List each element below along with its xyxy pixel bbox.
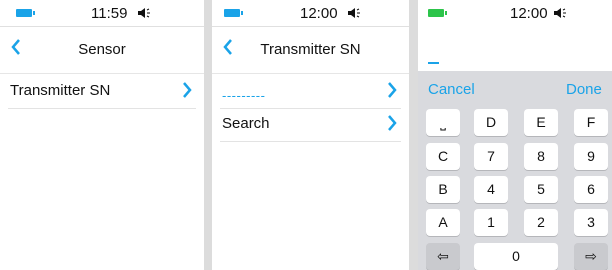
hex-keypad: Cancel Done ⎵ D E F C 7 8 9 B 4 5 6 A 1 … [418, 71, 612, 270]
status-bar: 11:59 [0, 0, 204, 27]
serial-entry-field[interactable] [418, 27, 612, 71]
status-bar: 12:00 [212, 0, 409, 27]
transmitter-sn-screen: 12:00 Transmitter SN --------- Search [212, 0, 409, 270]
key-1[interactable]: 1 [474, 209, 508, 236]
panel-divider [409, 0, 418, 270]
keypad-screen: 12:00 Cancel Done ⎵ D E F C 7 8 9 B 4 5 … [418, 0, 612, 270]
panel-divider [204, 0, 212, 270]
key-c[interactable]: C [426, 143, 460, 170]
key-2[interactable]: 2 [524, 209, 558, 236]
nav-bar: Transmitter SN [212, 27, 409, 74]
key-e[interactable]: E [524, 109, 558, 136]
key-b[interactable]: B [426, 176, 460, 203]
status-time: 11:59 [91, 5, 128, 22]
list-item-label: Search [222, 115, 270, 132]
status-time: 12:00 [510, 5, 548, 22]
list-item-search[interactable]: Search [220, 107, 401, 142]
sound-icon [138, 8, 150, 18]
key-6[interactable]: 6 [574, 176, 608, 203]
key-3[interactable]: 3 [574, 209, 608, 236]
page-title: Transmitter SN [260, 41, 361, 58]
chevron-right-icon [388, 115, 397, 131]
status-time: 12:00 [300, 5, 338, 22]
nav-bar: Sensor [0, 27, 204, 74]
cancel-button[interactable]: Cancel [428, 81, 475, 98]
key-f[interactable]: F [574, 109, 608, 136]
key-space[interactable]: ⎵ [426, 109, 460, 136]
status-bar: 12:00 [418, 0, 612, 26]
battery-icon [224, 9, 243, 17]
key-a[interactable]: A [426, 209, 460, 236]
done-button[interactable]: Done [566, 81, 602, 98]
sound-icon [554, 8, 566, 18]
key-d[interactable]: D [474, 109, 508, 136]
sound-icon [348, 8, 360, 18]
key-8[interactable]: 8 [524, 143, 558, 170]
right-arrow-key-icon[interactable]: ⇨ [574, 243, 608, 270]
list-item-transmitter-sn[interactable]: Transmitter SN [8, 74, 196, 109]
sensor-screen: 11:59 Sensor Transmitter SN [0, 0, 204, 270]
key-5[interactable]: 5 [524, 176, 558, 203]
key-7[interactable]: 7 [474, 143, 508, 170]
battery-icon [428, 9, 447, 17]
list-item-label: Transmitter SN [10, 82, 111, 99]
key-4[interactable]: 4 [474, 176, 508, 203]
battery-icon [16, 9, 35, 17]
key-9[interactable]: 9 [574, 143, 608, 170]
page-title: Sensor [78, 41, 126, 58]
chevron-right-icon [388, 82, 397, 98]
list-item-serial-number[interactable]: --------- [220, 74, 401, 109]
serial-number-placeholder: --------- [222, 88, 266, 103]
chevron-right-icon [183, 82, 192, 98]
key-0[interactable]: 0 [474, 243, 558, 270]
left-arrow-key-icon[interactable]: ⇦ [426, 243, 460, 270]
text-cursor [428, 62, 439, 64]
